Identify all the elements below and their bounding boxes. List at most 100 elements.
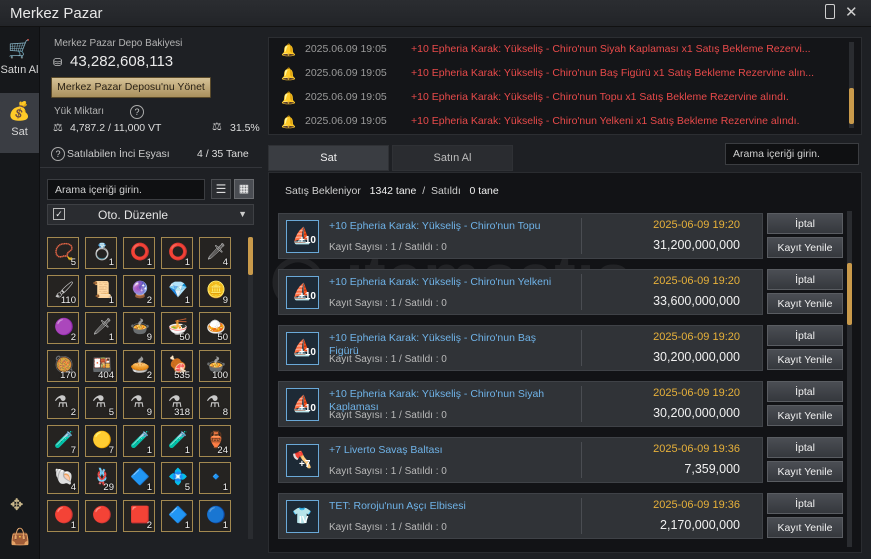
inventory-slot[interactable]: 🔴 1 [47,499,79,532]
relist-button[interactable]: Kayıt Yenile [767,293,843,314]
checkbox[interactable]: ✓ [53,208,65,220]
cancel-button[interactable]: İptal [767,493,843,514]
listing-price: 2,170,000,000 [660,518,740,532]
inventory-slot[interactable]: 🐚 4 [47,462,79,494]
market-search-input[interactable]: Arama içeriği girin. [725,143,859,165]
cancel-button[interactable]: İptal [767,381,843,402]
inventory-slot[interactable]: 🥘 170 [47,349,79,382]
relist-button[interactable]: Kayıt Yenile [767,517,843,538]
inventory-slot[interactable]: 📜 1 [85,274,117,307]
listing-count: Kayıt Sayısı : 1 / Satıldı : 0 [329,466,447,477]
auto-sort-dropdown[interactable]: ✓ Oto. Düzenle ▼ [47,204,254,225]
inventory-scrollbar[interactable] [248,237,253,539]
nav-sell[interactable]: 💰 Sat [0,93,39,153]
listing-count: Kayıt Sayısı : 1 / Satıldı : 0 [329,242,447,253]
inventory-slot[interactable]: 🔴 [85,499,117,532]
item-count: 1 [108,294,114,306]
notification-scroll-thumb[interactable] [849,88,854,124]
listing-row[interactable]: ⛵ +10 +10 Epheria Karak: Yükseliş - Chiro'… [278,213,763,259]
inventory-slot[interactable]: 🧪 1 [123,424,155,457]
summary-separator: / [422,185,426,197]
inventory-slot[interactable]: 🍜 50 [161,312,193,344]
relist-button[interactable]: Kayıt Yenile [767,349,843,370]
inventory-slot[interactable]: 🥧 2 [123,349,155,382]
cancel-button[interactable]: İptal [767,325,843,346]
item-count: 9 [146,332,152,343]
listing-row[interactable]: ⛵ +10 +10 Epheria Karak: Yükseliş - Chiro'… [278,325,763,371]
inventory-slot[interactable]: ⭕ 1 [161,237,193,269]
inventory-slot[interactable]: 🔮 2 [123,274,155,307]
bell-icon: 🔔 [281,115,296,129]
listing-row[interactable]: 👕 IV TET: Roroju'nun Aşçı Elbisesi Kayıt Sa… [278,493,763,539]
inventory-slot[interactable]: 🍱 404 [85,349,117,382]
cancel-button[interactable]: İptal [767,213,843,234]
help-icon[interactable]: ? [51,147,65,161]
listing-row[interactable]: ⛵ +10 +10 Epheria Karak: Yükseliş - Chiro'… [278,381,763,427]
inventory-slot[interactable]: 🗡 1 [85,312,117,344]
inventory-slot[interactable]: 🧪 7 [47,424,79,457]
listing-scroll-thumb[interactable] [847,263,852,325]
inventory-slot[interactable]: 💍 1 [85,237,117,269]
divider [40,167,262,168]
potion-icon: ⚗ [206,394,221,411]
inventory-slot[interactable]: 🔹 1 [199,462,231,494]
inventory-slot[interactable]: 🔷 1 [161,499,193,532]
inventory-slot[interactable]: 🪢 29 [85,462,117,494]
nav-buy[interactable]: 🛒 Satın Al [0,31,39,91]
inventory-slot[interactable]: ⚗ 8 [199,387,231,419]
side-nav: 🛒 Satın Al 💰 Sat ✥ 👜 [0,27,40,559]
inventory-slot[interactable]: ⚗ 9 [123,387,155,419]
tree-icon[interactable]: ✥ [10,495,23,515]
mobile-icon[interactable] [825,4,835,19]
listing-date: 2025-06-09 19:20 [653,331,740,343]
inventory-slot[interactable]: 🗡 4 [199,237,231,269]
item-count: 1 [184,257,190,268]
list-view-icon[interactable]: ☰ [211,179,231,199]
inventory-slot[interactable]: 🪙 9 [199,274,231,307]
inventory-slot[interactable]: 🍲 9 [123,312,155,344]
inventory-slot[interactable]: 💠 5 [161,462,193,494]
inventory-slot[interactable]: 🏺 24 [199,424,231,457]
inventory-slot[interactable]: 🟥 2 [123,499,155,532]
close-icon[interactable]: ✕ [845,3,858,21]
inventory-slot[interactable]: 🟣 2 [47,312,79,344]
tab-buy[interactable]: Satın Al [392,145,513,171]
manage-depot-button[interactable]: Merkez Pazar Deposu'nu Yönet [51,77,211,98]
listing-scrollbar[interactable] [847,211,852,547]
notification-message: +10 Epheria Karak: Yükseliş - Chiro'nun … [411,115,800,127]
relist-button[interactable]: Kayıt Yenile [767,405,843,426]
item-count: 50 [179,332,190,343]
inventory-slot[interactable]: ⚗ 2 [47,387,79,419]
inventory-slot[interactable]: 🔷 1 [123,462,155,494]
inventory-slot[interactable]: 🖌 110 [47,274,79,307]
cancel-button[interactable]: İptal [767,437,843,458]
grid-view-icon[interactable]: ▦ [234,179,254,199]
bag-icon[interactable]: 👜 [10,527,30,547]
inventory-slot[interactable]: 🔵 1 [199,499,231,532]
inventory-slot[interactable]: 💎 1 [161,274,193,307]
item-count: 535 [174,369,190,381]
listing-row[interactable]: ⛵ +10 +10 Epheria Karak: Yükseliş - Chiro'… [278,269,763,315]
listing-row[interactable]: 🪓 +7 +7 Liverto Savaş Baltası Kayıt Sayısı … [278,437,763,483]
tab-sell[interactable]: Sat [268,145,389,171]
item-count: 318 [174,407,190,418]
help-icon[interactable]: ? [130,105,144,119]
inventory-slot[interactable]: 🍛 50 [199,312,231,344]
item-icon: 🪓 +7 [286,444,319,477]
inventory-slot[interactable]: ⭕ 1 [123,237,155,269]
inventory-slot[interactable]: ⚗ 318 [161,387,193,419]
listing-count: Kayıt Sayısı : 1 / Satıldı : 0 [329,522,447,533]
item-count: 1 [184,444,190,456]
relist-button[interactable]: Kayıt Yenile [767,237,843,258]
item-icon: ⛵ +10 [286,332,319,365]
inventory-scroll-thumb[interactable] [248,237,253,275]
relist-button[interactable]: Kayıt Yenile [767,461,843,482]
inventory-search-input[interactable]: Arama içeriği girin. [47,179,205,200]
inventory-slot[interactable]: 🍖 535 [161,349,193,382]
inventory-slot[interactable]: ⚗ 5 [85,387,117,419]
inventory-slot[interactable]: 🧪 1 [161,424,193,457]
inventory-slot[interactable]: 🍲 100 [199,349,231,382]
inventory-slot[interactable]: 🟡 7 [85,424,117,457]
cancel-button[interactable]: İptal [767,269,843,290]
inventory-slot[interactable]: 📿 5 [47,237,79,269]
